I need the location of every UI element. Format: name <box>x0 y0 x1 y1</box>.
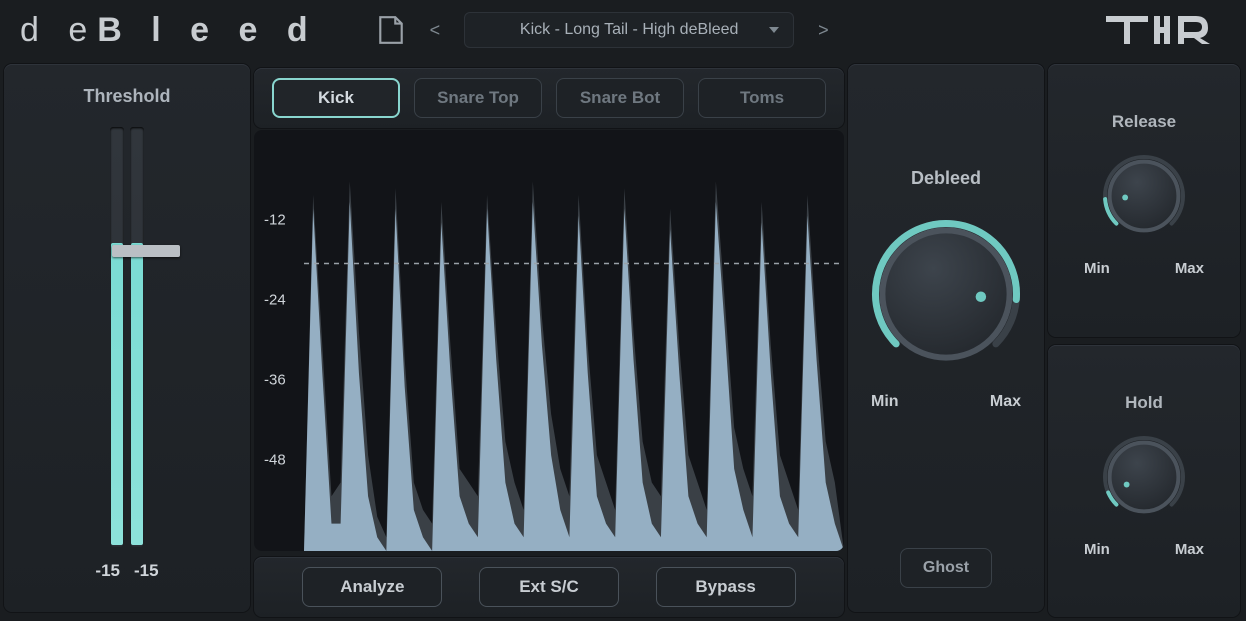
btn-label: Ext S/C <box>519 577 579 597</box>
threshold-slot-left <box>110 127 124 547</box>
max-label: Max <box>1175 260 1204 277</box>
tab-label: Kick <box>318 88 354 108</box>
preset-next-button[interactable]: > <box>812 16 835 45</box>
debleed-minmax: Min Max <box>871 393 1021 411</box>
hold-label: Hold <box>1125 393 1163 413</box>
preset-nav: < Kick - Long Tail - High deBleed > <box>424 12 835 48</box>
y-tick-label: -12 <box>264 212 286 229</box>
threshold-label: Threshold <box>83 86 170 107</box>
hold-knob[interactable] <box>1102 435 1186 519</box>
tab-label: Snare Top <box>437 88 519 108</box>
threshold-slot-right <box>130 127 144 547</box>
preset-select[interactable]: Kick - Long Tail - High deBleed <box>464 12 794 48</box>
app-logo: d eB l e e d <box>20 11 318 50</box>
threshold-panel: Threshold -15 -15 <box>4 64 250 612</box>
tab-snare-top[interactable]: Snare Top <box>414 78 542 118</box>
threshold-fill-right <box>131 243 143 545</box>
btn-label: Ghost <box>923 559 969 577</box>
threshold-value-right: -15 <box>134 561 159 581</box>
extsc-button[interactable]: Ext S/C <box>479 567 619 607</box>
hold-minmax: Min Max <box>1084 541 1204 558</box>
tab-label: Snare Bot <box>580 88 660 108</box>
tab-kick[interactable]: Kick <box>272 78 400 118</box>
min-label: Min <box>1084 260 1110 277</box>
bypass-button[interactable]: Bypass <box>656 567 796 607</box>
debleed-panel: Debleed Min Max Ghost <box>848 64 1044 612</box>
threshold-values: -15 -15 <box>95 561 158 581</box>
hold-panel: Hold Min Max <box>1048 345 1240 618</box>
release-minmax: Min Max <box>1084 260 1204 277</box>
release-knob[interactable] <box>1102 154 1186 238</box>
y-tick-label: -36 <box>264 372 286 389</box>
file-icon[interactable] <box>378 15 404 45</box>
preset-prev-button[interactable]: < <box>424 16 447 45</box>
waveform-chart: -12 -24 -36 -48 <box>254 130 844 551</box>
threshold-value-left: -15 <box>95 561 120 581</box>
y-tick-label: -24 <box>264 292 286 309</box>
tab-snare-bot[interactable]: Snare Bot <box>556 78 684 118</box>
tab-toms[interactable]: Toms <box>698 78 826 118</box>
tab-label: Toms <box>740 88 784 108</box>
threshold-slider[interactable] <box>72 127 182 547</box>
ghost-button[interactable]: Ghost <box>900 548 992 588</box>
top-bar: d eB l e e d < Kick - Long Tail - High d… <box>0 0 1246 60</box>
bottom-bar: Analyze Ext S/C Bypass <box>254 557 844 617</box>
release-panel: Release Min Max <box>1048 64 1240 337</box>
max-label: Max <box>1175 541 1204 558</box>
tabs-bar: Kick Snare Top Snare Bot Toms <box>254 68 844 128</box>
max-label: Max <box>990 393 1021 411</box>
y-tick-label: -48 <box>264 452 286 469</box>
btn-label: Analyze <box>340 577 404 597</box>
right-column: Release Min Max Hold Min Max <box>1048 60 1244 621</box>
center-panel: Kick Snare Top Snare Bot Toms -12-24-36-… <box>254 60 844 621</box>
preset-selected-label: Kick - Long Tail - High deBleed <box>520 21 739 39</box>
logo-pre: d e <box>20 11 97 49</box>
main: Threshold -15 -15 Kick Snare Top Snare B… <box>0 60 1246 621</box>
min-label: Min <box>1084 541 1110 558</box>
brand-logo <box>1106 12 1226 48</box>
debleed-knob[interactable] <box>871 219 1021 369</box>
threshold-fill-left <box>111 243 123 545</box>
release-label: Release <box>1112 112 1176 132</box>
threshold-handle[interactable] <box>112 245 180 257</box>
debleed-label: Debleed <box>911 168 981 189</box>
btn-label: Bypass <box>695 577 755 597</box>
analyze-button[interactable]: Analyze <box>302 567 442 607</box>
min-label: Min <box>871 393 899 411</box>
chevron-down-icon <box>769 27 779 33</box>
logo-bold: B l e e d <box>97 11 317 49</box>
